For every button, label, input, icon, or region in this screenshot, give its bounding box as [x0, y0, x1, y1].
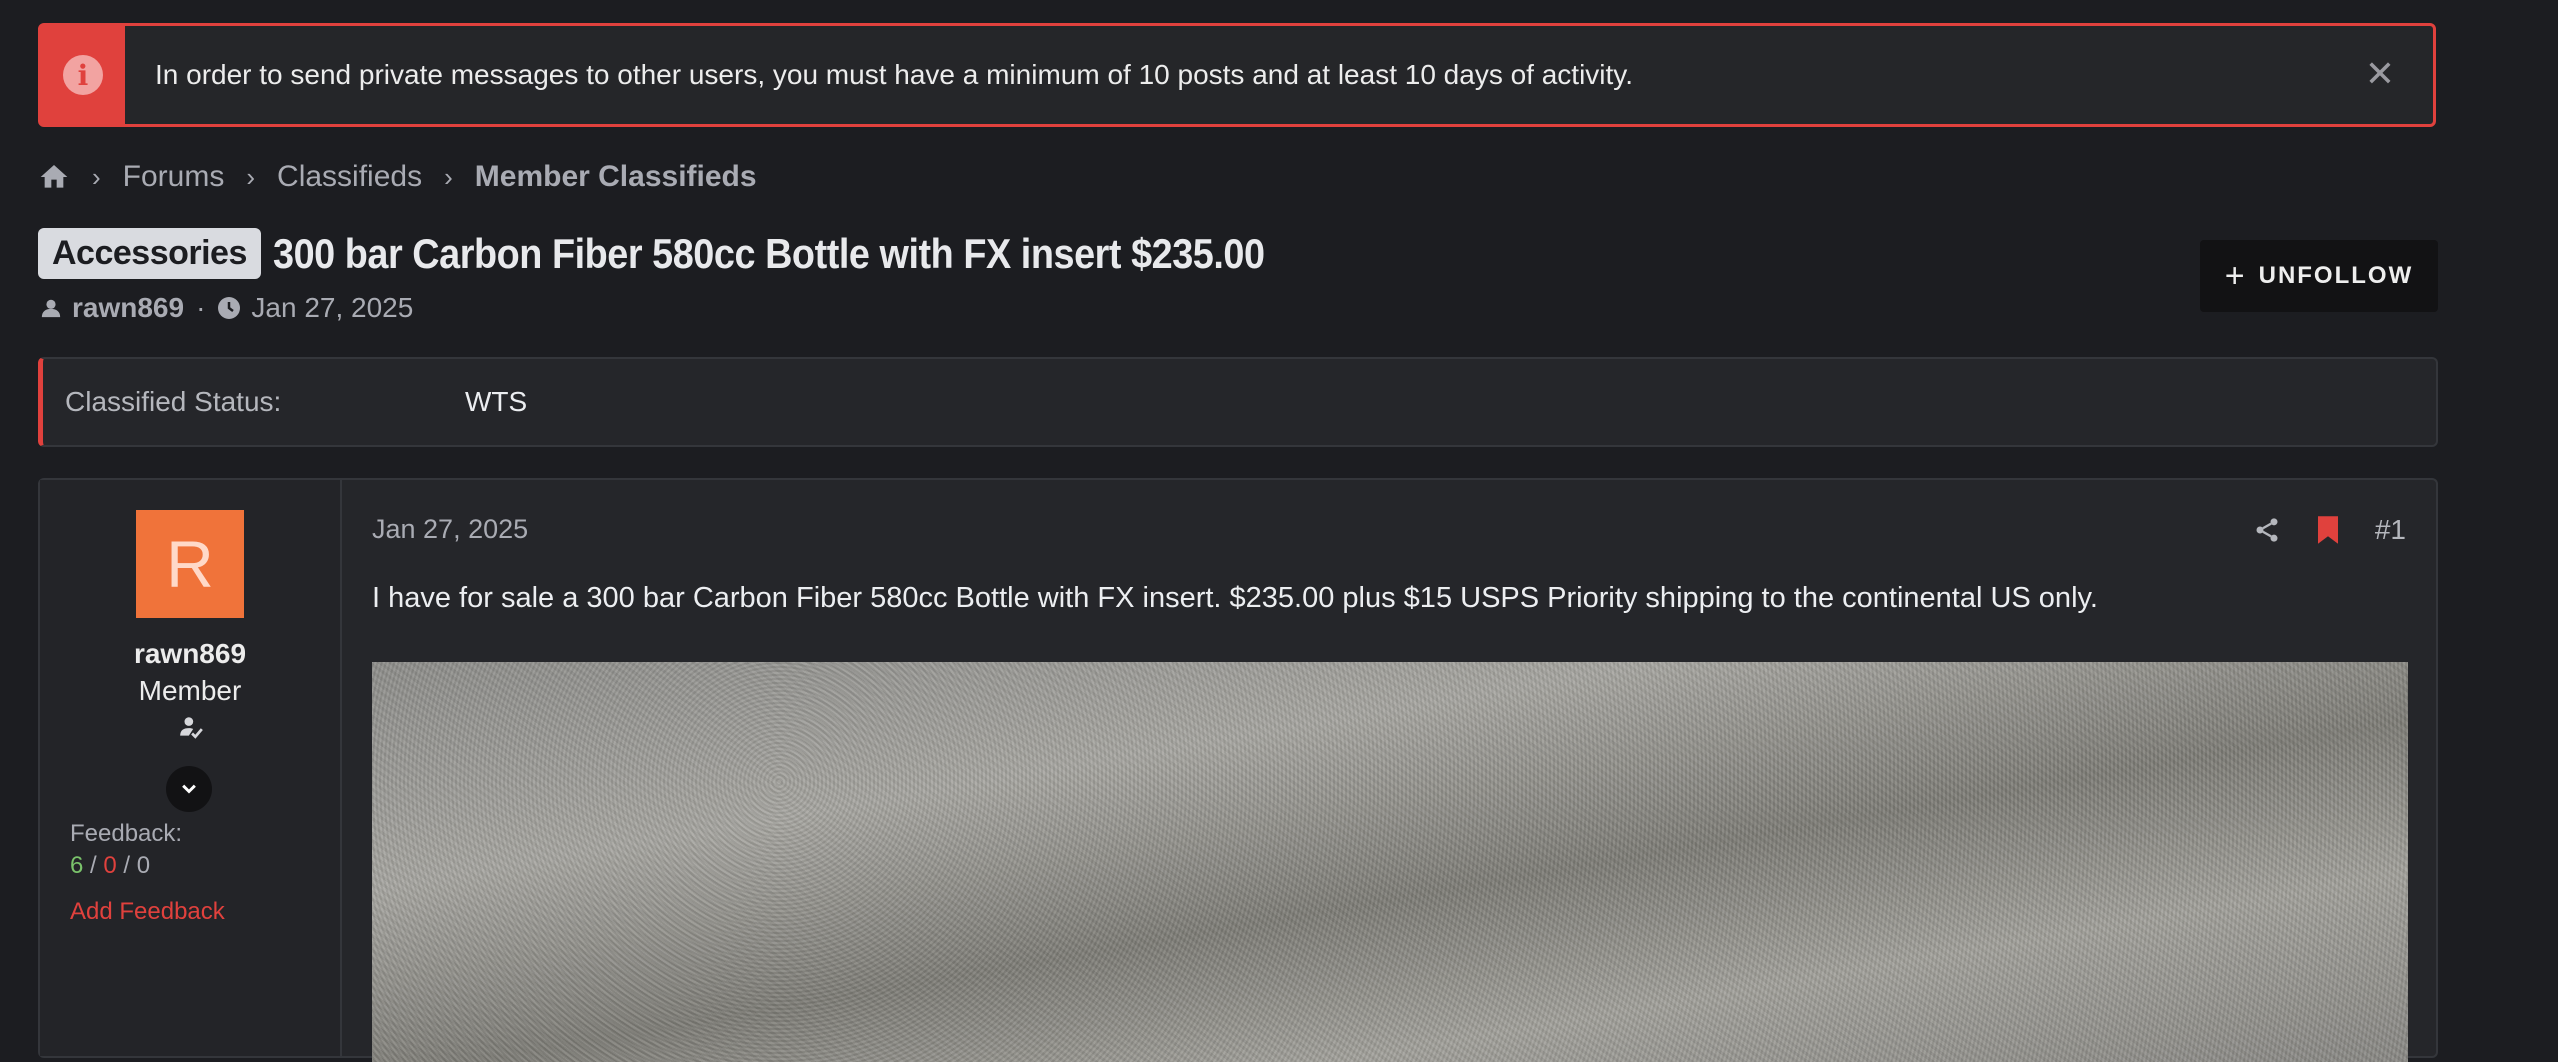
unfollow-label: UNFOLLOW: [2258, 262, 2414, 289]
feedback-negative[interactable]: 0: [103, 852, 116, 879]
avatar[interactable]: R: [136, 510, 244, 618]
breadcrumb-member-classifieds[interactable]: Member Classifieds: [475, 160, 757, 194]
thread-title-row: Accessories 300 bar Carbon Fiber 580cc B…: [38, 228, 1375, 279]
notice-banner: i In order to send private messages to o…: [38, 23, 2436, 127]
post-username[interactable]: rawn869: [40, 638, 340, 670]
feedback-positive[interactable]: 6: [70, 852, 83, 879]
notice-side: i: [41, 26, 125, 124]
unfollow-button[interactable]: + UNFOLLOW: [2200, 240, 2438, 312]
separator-dot: ·: [196, 292, 206, 323]
chevron-right-icon: ›: [246, 161, 256, 192]
user-check-icon: [180, 717, 203, 739]
breadcrumb: › Forums › Classifieds › Member Classifi…: [38, 160, 757, 194]
close-icon[interactable]: ✕: [2365, 56, 2395, 92]
feedback-neutral[interactable]: 0: [137, 852, 150, 879]
post: R rawn869 Member Feedback: 6 / 0 / 0 Add…: [38, 478, 2438, 1062]
feedback-separator: /: [123, 852, 137, 879]
post-actions: #1: [2219, 514, 2406, 546]
page-title: 300 bar Carbon Fiber 580cc Bottle with F…: [272, 229, 1265, 277]
post-date[interactable]: Jan 27, 2025: [372, 514, 528, 545]
breadcrumb-classifieds[interactable]: Classifieds: [277, 160, 422, 194]
breadcrumb-forums[interactable]: Forums: [123, 160, 225, 194]
notice-text: In order to send private messages to oth…: [155, 59, 1633, 90]
chevron-right-icon: ›: [444, 161, 453, 192]
plus-icon: +: [2224, 256, 2247, 295]
add-feedback-link[interactable]: Add Feedback: [70, 898, 225, 926]
post-number[interactable]: #1: [2375, 514, 2406, 546]
post-body: I have for sale a 300 bar Carbon Fiber 5…: [372, 582, 2098, 614]
thread-meta: rawn869 · Jan 27, 2025: [40, 292, 413, 324]
status-label: Classified Status:: [65, 386, 282, 417]
expand-button[interactable]: [166, 766, 212, 812]
thread-author[interactable]: rawn869: [72, 292, 184, 324]
status-value: WTS: [465, 386, 528, 417]
home-icon[interactable]: [38, 161, 70, 193]
info-icon: i: [63, 55, 103, 95]
chevron-right-icon: ›: [92, 161, 101, 192]
user-role: Member: [138, 675, 242, 706]
feedback-values: 6 / 0 / 0: [70, 852, 150, 880]
feedback-label: Feedback:: [70, 820, 183, 847]
user-icon: [41, 299, 61, 318]
post-image[interactable]: [372, 662, 2408, 1062]
prefix-label[interactable]: Accessories: [38, 228, 261, 279]
share-icon[interactable]: [2253, 516, 2281, 544]
bookmark-icon[interactable]: [2315, 515, 2341, 545]
classified-status: Classified Status: WTS: [38, 357, 2438, 447]
thread-date[interactable]: Jan 27, 2025: [251, 292, 413, 324]
clock-icon: [218, 297, 241, 319]
feedback-separator: /: [90, 852, 104, 879]
post-user-column: R rawn869 Member Feedback: 6 / 0 / 0 Add…: [40, 480, 342, 1056]
chevron-down-icon: [182, 784, 196, 794]
